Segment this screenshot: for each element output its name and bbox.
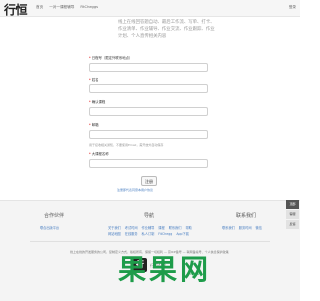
footer-link[interactable]: 网站地图 — [108, 232, 121, 236]
login-link[interactable]: 登录 — [289, 5, 296, 10]
field-label-5: *大课程名称 — [89, 152, 109, 156]
nav-item-tutoring[interactable]: 一对一课程辅导 — [49, 5, 74, 10]
footer-link[interactable]: FitChegg — [158, 232, 172, 236]
intro-text: 线上在线回答题自动、最后工作流、写单、打卡、作业清单、作业辅导、作业交流、作业跟… — [118, 20, 215, 39]
footer-link[interactable]: 私人订制 — [142, 232, 155, 236]
footer-link[interactable]: 在线服务 — [125, 232, 138, 236]
footer-link[interactable]: 联系我们 — [169, 226, 182, 230]
footer-title-nav: 导航 — [144, 213, 155, 219]
back-to-top-button[interactable]: 顶部 — [286, 200, 299, 209]
field-4-input[interactable] — [89, 130, 208, 139]
submit-button[interactable]: 注册 — [141, 176, 157, 186]
watermark-sub: www — [190, 271, 200, 276]
watermark-logo: 果果网 — [118, 253, 212, 286]
agreement-link[interactable]: 注册即代表同意本用户协议 — [117, 188, 153, 192]
footer-links-nav-row2: 网站地图 在线服务 私人订制 FitChegg App下载 — [108, 231, 192, 236]
footer-title-partners: 合作伙伴 — [44, 213, 65, 219]
footer-link[interactable]: 帮助 — [185, 226, 191, 230]
footer-link[interactable]: 关于我们 — [108, 226, 121, 230]
footer-link[interactable]: 联合出版平台 — [40, 226, 59, 230]
field-label-1: *日程号（限定外联系地点） — [89, 56, 133, 60]
footer-links-nav-row1: 关于我们 考试时间 作业辅导 课程 联系我们 帮助 — [108, 225, 195, 230]
footer-link[interactable]: 考试时间 — [125, 226, 138, 230]
main-nav: 首页 一对一课程辅导 FitCheggs — [36, 5, 98, 10]
footer-divider — [30, 241, 270, 242]
top-nav: 行恒 首页 一对一课程辅导 FitCheggs 登录 — [0, 0, 300, 17]
footer-link[interactable]: 课程 — [158, 226, 164, 230]
footer-title-contact: 联系我们 — [236, 213, 257, 219]
field-1-input[interactable] — [89, 63, 208, 72]
footer-links-partners: 联合出版平台 — [40, 225, 62, 230]
side-toolbar: 顶部 客服 反馈 — [286, 200, 299, 230]
footer-links-contact: 联系我们 服务时间 微信 — [222, 225, 265, 230]
feedback-button[interactable]: 反馈 — [286, 220, 299, 229]
footer-link[interactable]: App下载 — [176, 232, 189, 236]
field-label-4: *邮箱 — [89, 123, 99, 127]
field-hint: 用于接收相关通知，不要使用Email，需开放外自动保存 — [89, 143, 164, 147]
footer-link[interactable]: 服务时间 — [239, 226, 252, 230]
logo[interactable]: 行恒 — [4, 1, 28, 18]
field-label-3: *确认课程 — [89, 100, 106, 104]
footer-link[interactable]: 作业辅导 — [142, 226, 155, 230]
field-label-2: *姓名 — [89, 78, 99, 82]
footer-link[interactable]: 微信 — [256, 226, 262, 230]
field-3-input[interactable] — [89, 107, 208, 116]
field-5-input[interactable] — [89, 159, 208, 168]
field-2-input[interactable] — [89, 84, 208, 93]
footer-link[interactable]: 联系我们 — [222, 226, 235, 230]
nav-item-fitcheggs[interactable]: FitCheggs — [80, 5, 98, 10]
nav-item-home[interactable]: 首页 — [36, 5, 43, 10]
support-button[interactable]: 客服 — [286, 210, 299, 219]
